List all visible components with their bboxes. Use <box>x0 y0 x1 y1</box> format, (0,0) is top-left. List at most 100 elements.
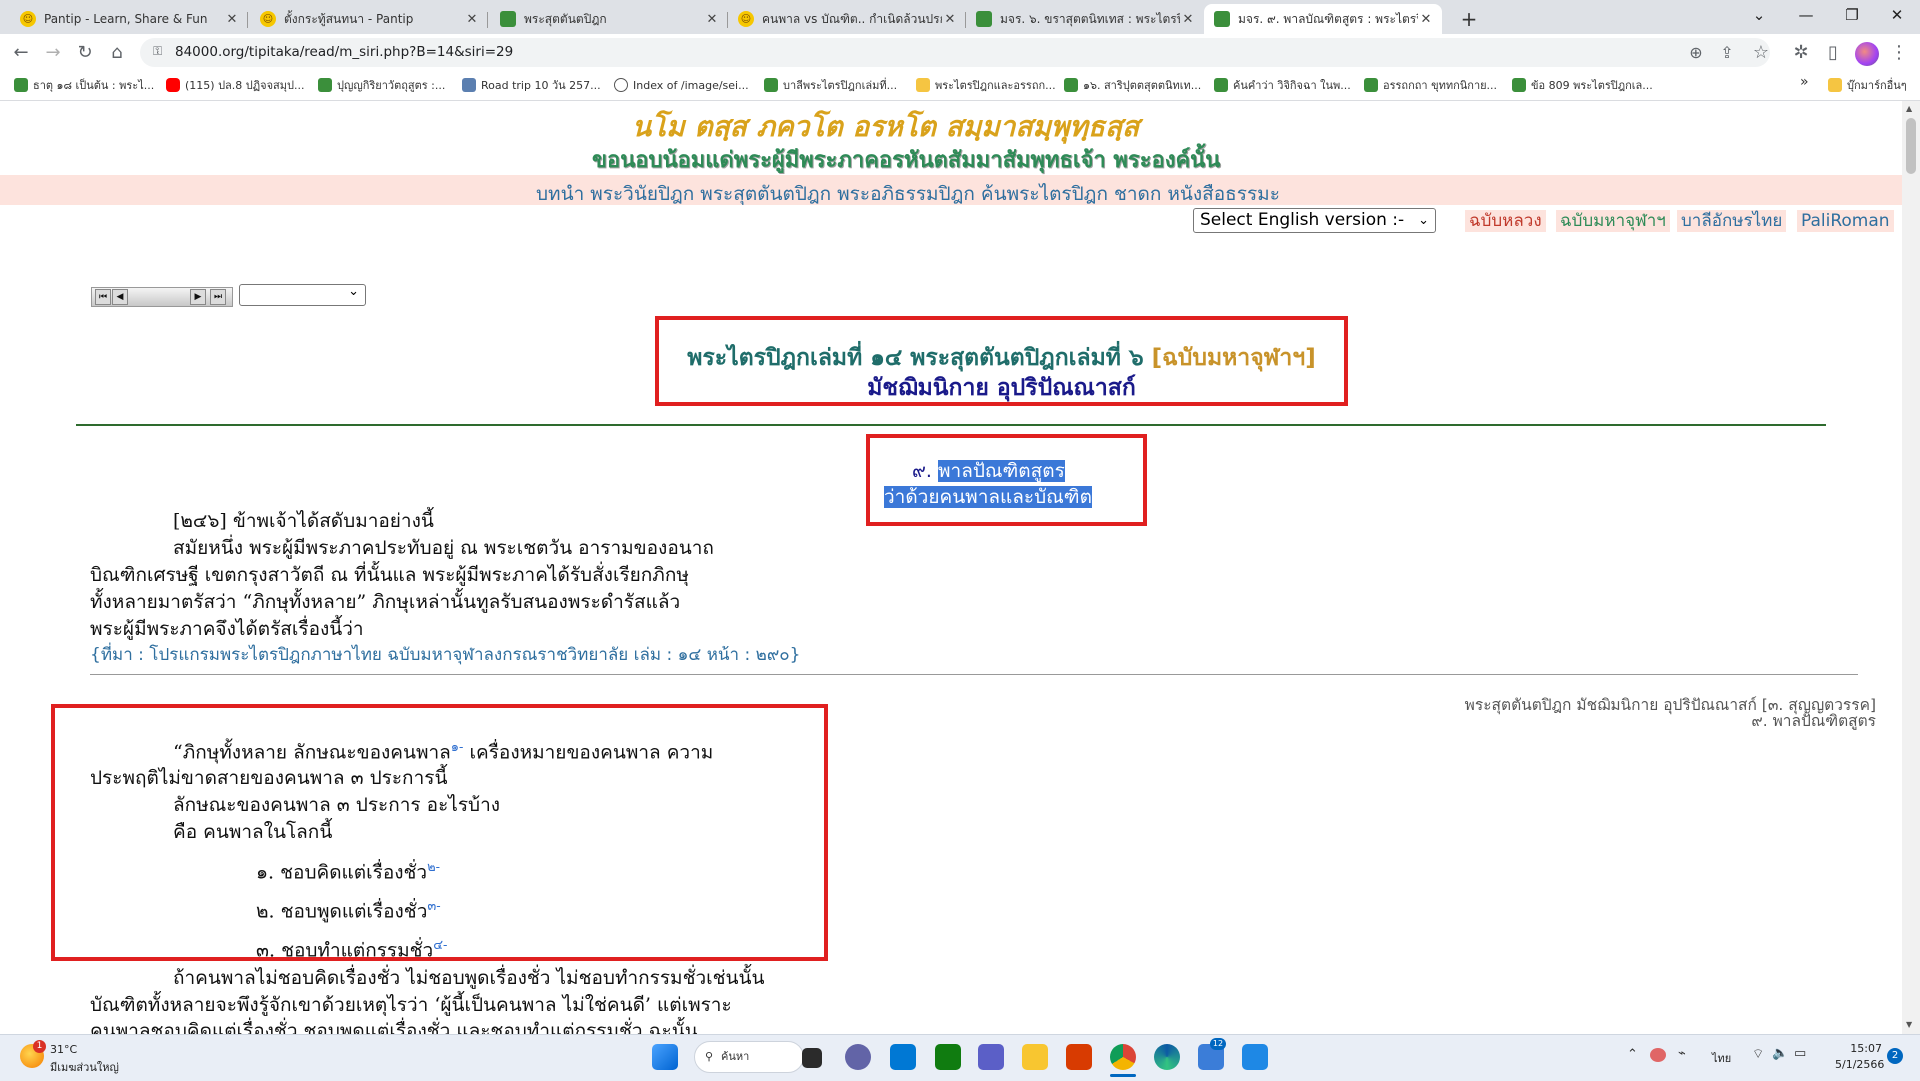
battery-icon[interactable]: ▭ <box>1794 1046 1806 1061</box>
edition-link[interactable]: ฉบับมหาจุฬาฯ <box>1556 210 1670 232</box>
weather-temp[interactable]: 31°C <box>50 1043 77 1056</box>
minimize-button[interactable]: — <box>1783 0 1829 30</box>
site-info-icon[interactable]: ⚿ <box>153 44 162 59</box>
language-indicator[interactable]: ไทย <box>1712 1049 1731 1067</box>
chrome-icon[interactable] <box>1110 1044 1136 1070</box>
chrome-menu-icon[interactable]: ⋮ <box>1886 40 1912 66</box>
bookmark-item[interactable]: Index of /image/sei... <box>614 75 749 95</box>
snipping-tool-icon[interactable] <box>1242 1044 1268 1070</box>
close-window-button[interactable]: ✕ <box>1874 0 1920 30</box>
close-tab-icon[interactable]: ✕ <box>704 12 720 27</box>
browser-tab[interactable]: พระสุตตันตปิฎก ✕ <box>490 4 728 34</box>
page-jump-select[interactable]: ⌄ <box>239 284 366 306</box>
notification-badge[interactable]: 2 <box>1887 1048 1903 1064</box>
nav-link[interactable]: หนังสือธรรมะ <box>1167 183 1280 205</box>
task-view-icon[interactable] <box>802 1048 822 1068</box>
back-icon[interactable]: ← <box>8 40 34 66</box>
share-icon[interactable]: ⇪ <box>1714 40 1740 66</box>
profile-avatar[interactable] <box>1855 42 1879 66</box>
globe-bookmark-icon <box>614 78 628 92</box>
zoom-icon[interactable]: ⊕ <box>1683 40 1709 66</box>
nav-link[interactable]: บทนำ <box>536 183 584 205</box>
bookmark-item[interactable]: ปุญญกิริยาวัตถุสูตร :... <box>318 75 445 95</box>
scroll-up-icon[interactable]: ▲ <box>1906 104 1912 113</box>
edition-link[interactable]: บาลีอักษรไทย <box>1677 210 1787 232</box>
prev-page-button[interactable]: ◀ <box>112 289 128 305</box>
nav-link[interactable]: พระวินัยปิฎก <box>590 183 694 205</box>
clipchamp-icon[interactable] <box>978 1044 1004 1070</box>
source-reference-link[interactable]: {ที่มา : โปรแกรมพระไตรปิฎกภาษาไทย ฉบับมห… <box>90 641 800 668</box>
bookmark-item[interactable]: บาลีพระไตรปิฎกเล่มที่... <box>764 75 897 95</box>
pic-bookmark-icon <box>462 78 476 92</box>
next-page-button[interactable]: ▶ <box>190 289 206 305</box>
nav-link[interactable]: พระสุตตันตปิฎก <box>700 183 831 205</box>
scroll-down-icon[interactable]: ▼ <box>1906 1020 1912 1029</box>
new-tab-button[interactable]: + <box>1456 6 1482 32</box>
start-icon[interactable] <box>652 1044 678 1070</box>
browser-tab[interactable]: มจร. ๖. ขราสุตตนิทเทส : พระไตรปิฎก ✕ <box>966 4 1204 34</box>
tab-search-icon[interactable]: ⌄ <box>1736 0 1782 30</box>
nav-link[interactable]: ค้นพระไตรปิฎก <box>981 183 1108 205</box>
bookmark-item[interactable]: ข้อ 809 พระไตรปิฎกเล... <box>1512 75 1653 95</box>
xbox-icon[interactable] <box>935 1044 961 1070</box>
scrollbar-thumb[interactable] <box>1906 118 1916 174</box>
clock-date[interactable]: 5/1/2566 <box>1835 1058 1884 1071</box>
bookmarks-overflow-button[interactable]: » <box>1800 74 1809 90</box>
bookmark-item[interactable]: (115) ปล.8 ปฏิจจสมุป... <box>166 75 305 95</box>
footnote-link[interactable]: ๒- <box>427 860 440 875</box>
footnote-link[interactable]: ๓- <box>427 899 440 914</box>
last-page-button[interactable]: ⏭ <box>210 289 226 305</box>
clock-time[interactable]: 15:07 <box>1846 1042 1882 1055</box>
edition-link[interactable]: PaliRoman <box>1797 210 1894 232</box>
page-scrollbar[interactable] <box>1902 101 1920 1034</box>
bookmark-item[interactable]: พระไตรปิฎกและอรรถก... <box>916 75 1056 95</box>
wifi-icon[interactable]: ⌔ <box>1752 1046 1764 1062</box>
divider <box>90 674 1858 675</box>
mail-icon[interactable] <box>890 1044 916 1070</box>
file-explorer-icon[interactable] <box>1022 1044 1048 1070</box>
tab-title: คนพาล vs บัณฑิต.. กำเนิดล้วนปรกอบ <box>762 11 942 26</box>
close-tab-icon[interactable]: ✕ <box>1180 12 1196 27</box>
bookmark-item[interactable]: ค้นคำว่า วิจิกิจฉา ในพ... <box>1214 75 1351 95</box>
chat-icon[interactable] <box>845 1044 871 1070</box>
tray-chevron-icon[interactable]: ⌃ <box>1627 1047 1638 1062</box>
close-tab-icon[interactable]: ✕ <box>464 12 480 27</box>
maximize-button[interactable]: ❐ <box>1829 0 1875 30</box>
close-tab-icon[interactable]: ✕ <box>942 12 958 27</box>
close-tab-icon[interactable]: ✕ <box>224 12 240 27</box>
side-panel-icon[interactable]: ▯ <box>1820 40 1846 66</box>
intro-line: สมัยหนึ่ง พระผู้มีพระภาคประทับอยู่ ณ พระ… <box>173 537 714 559</box>
volume-icon[interactable]: 🔈 <box>1772 1046 1788 1061</box>
forward-icon[interactable]: → <box>40 40 66 66</box>
first-page-button[interactable]: ⏮ <box>95 289 111 305</box>
bookmark-star-icon[interactable]: ☆ <box>1748 40 1774 66</box>
url-text[interactable]: 84000.org/tipitaka/read/m_siri.php?B=14&… <box>175 44 513 60</box>
english-version-select[interactable]: Select English version :- ⌄ <box>1193 208 1436 233</box>
taskbar-search[interactable]: ⚲ ค้นหา <box>694 1041 804 1073</box>
browser-tab[interactable]: ☺ Pantip - Learn, Share & Fun ✕ <box>10 4 248 34</box>
extensions-icon[interactable]: ✲ <box>1788 40 1814 66</box>
footnote-link[interactable]: ๔- <box>433 938 447 953</box>
nav-link[interactable]: พระอภิธรรมปิฎก <box>837 183 975 205</box>
browser-tab[interactable]: มจร. ๙. พาลบัณฑิตสูตร : พระไตรปิฎก✕ <box>1204 4 1442 34</box>
tab-title: พระสุตตันตปิฎก <box>524 11 607 26</box>
office-icon[interactable] <box>1066 1044 1092 1070</box>
browser-tab[interactable]: ☺ ตั้งกระทู้สนทนา - Pantip ✕ <box>250 4 488 34</box>
browser-tab[interactable]: ☺ คนพาล vs บัณฑิต.. กำเนิดล้วนปรกอบ ✕ <box>728 4 966 34</box>
bookmark-item[interactable]: Road trip 10 วัน 257... <box>462 75 601 95</box>
bookmark-item[interactable]: ๑๖. สาริปุตตสุตตนิทเท... <box>1064 75 1201 95</box>
security-tray-icon[interactable] <box>1650 1048 1666 1062</box>
bookmark-item[interactable]: อรรถกถา ขุททกนิกาย... <box>1364 75 1497 95</box>
home-icon[interactable]: ⌂ <box>104 40 130 66</box>
footnote-link[interactable]: ๑- <box>451 740 464 755</box>
edge-icon[interactable] <box>1154 1044 1180 1070</box>
reload-icon[interactable]: ↻ <box>72 40 98 66</box>
weather-desc[interactable]: มีเมฆส่วนใหญ่ <box>50 1058 119 1076</box>
other-bookmarks[interactable]: บุ๊กมาร์กอื่นๆ <box>1828 75 1907 95</box>
bookmark-item[interactable]: ธาตุ ๑๘ เป็นต้น : พระไ... <box>14 75 154 95</box>
network-icon-alt[interactable]: ⌁ <box>1678 1046 1686 1061</box>
volume-edition-link[interactable]: [ฉบับมหาจุฬาฯ] <box>1152 345 1316 371</box>
nav-link[interactable]: ชาดก <box>1114 183 1161 205</box>
close-tab-icon[interactable]: ✕ <box>1418 12 1434 27</box>
edition-link[interactable]: ฉบับหลวง <box>1465 210 1546 232</box>
